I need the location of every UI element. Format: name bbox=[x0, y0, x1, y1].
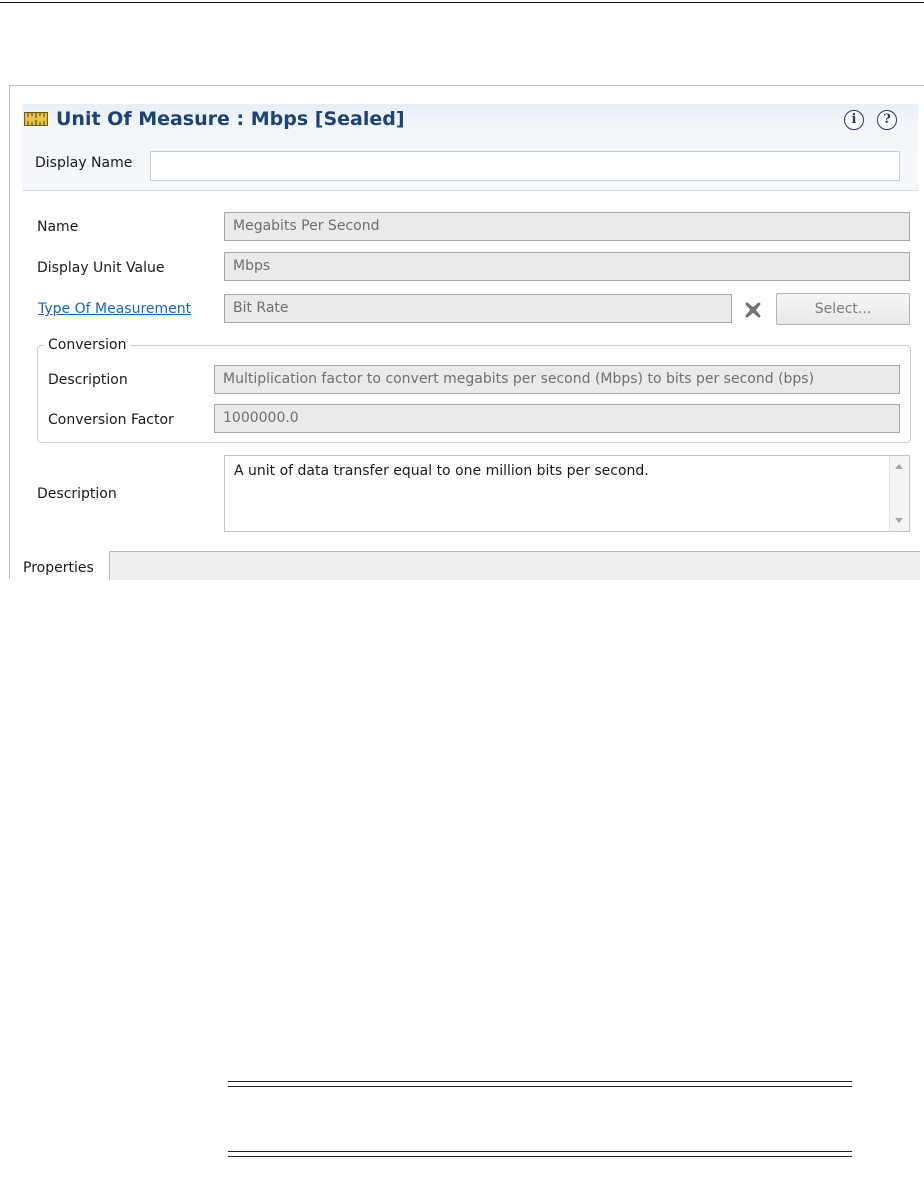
unit-of-measure-editor: Unit Of Measure : Mbps [Sealed] i ? Disp… bbox=[9, 85, 924, 580]
display-unit-field: Mbps bbox=[224, 252, 910, 281]
description-textarea[interactable]: A unit of data transfer equal to one mil… bbox=[224, 455, 910, 532]
conversion-description-field: Multiplication factor to convert megabit… bbox=[214, 365, 900, 394]
type-of-measurement-field: Bit Rate bbox=[224, 294, 732, 323]
select-button[interactable]: Select... bbox=[776, 293, 910, 325]
display-name-label: Display Name bbox=[35, 155, 133, 171]
clear-icon[interactable] bbox=[742, 299, 764, 321]
description-scrollbar[interactable] bbox=[889, 456, 909, 531]
conversion-factor-label: Conversion Factor bbox=[48, 412, 174, 428]
conversion-factor-field: 1000000.0 bbox=[214, 404, 900, 433]
scroll-up-icon[interactable] bbox=[895, 464, 903, 469]
name-label: Name bbox=[37, 219, 79, 235]
double-rule-bottom bbox=[228, 1151, 852, 1157]
info-icon[interactable]: i bbox=[844, 110, 864, 130]
name-field: Megabits Per Second bbox=[224, 212, 910, 241]
type-of-measurement-link[interactable]: Type Of Measurement bbox=[38, 301, 191, 317]
conversion-description-label: Description bbox=[48, 372, 128, 388]
help-icon[interactable]: ? bbox=[877, 110, 897, 130]
conversion-group-title: Conversion bbox=[44, 337, 131, 353]
double-rule-top bbox=[228, 1081, 852, 1087]
properties-strip bbox=[109, 551, 920, 580]
description-label: Description bbox=[37, 486, 117, 502]
description-text: A unit of data transfer equal to one mil… bbox=[234, 463, 649, 479]
ruler-icon bbox=[24, 112, 48, 126]
editor-header: Unit Of Measure : Mbps [Sealed] i ? Disp… bbox=[22, 104, 918, 191]
editor-title: Unit Of Measure : Mbps [Sealed] bbox=[56, 108, 405, 130]
display-unit-label: Display Unit Value bbox=[37, 260, 165, 276]
display-name-input[interactable] bbox=[150, 151, 900, 181]
page-top-rule bbox=[0, 2, 924, 3]
scroll-down-icon[interactable] bbox=[895, 518, 903, 523]
properties-label: Properties bbox=[23, 560, 94, 576]
